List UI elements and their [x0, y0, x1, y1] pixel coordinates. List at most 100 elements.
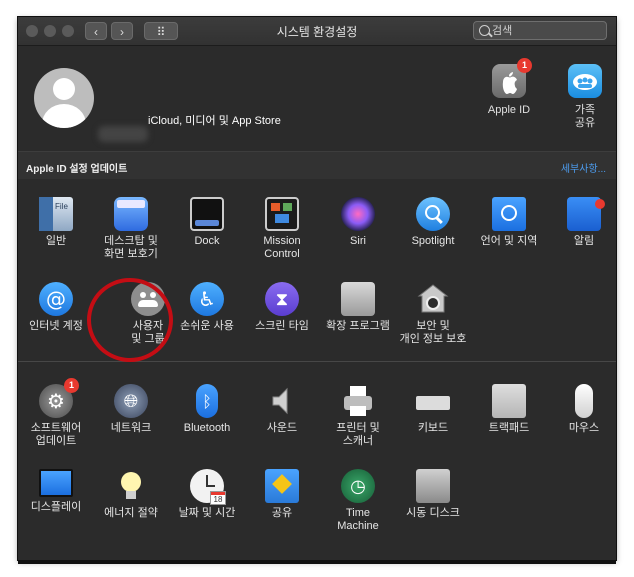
- pref-notifications[interactable]: 알림: [546, 197, 616, 248]
- pref-label: 소프트웨어 업데이트: [30, 422, 82, 447]
- network-icon: 🌐︎: [114, 384, 148, 418]
- pref-sharing[interactable]: 공유: [244, 469, 320, 520]
- search-input[interactable]: [492, 23, 592, 38]
- pref-keyboard[interactable]: 키보드: [395, 384, 471, 435]
- pref-date-time[interactable]: 18 날짜 및 시간: [169, 469, 245, 520]
- profile-subtitle: iCloud, 미디어 및 App Store: [148, 115, 281, 127]
- pref-label: 보안 및 개인 정보 보호: [399, 320, 467, 345]
- pref-network[interactable]: 🌐︎ 네트워크: [93, 384, 169, 435]
- search-icon: [479, 25, 490, 36]
- notification-badge: 1: [64, 378, 79, 393]
- pref-label: 손쉬운 사용: [180, 320, 234, 332]
- banner-message: Apple ID 설정 업데이트: [26, 164, 128, 175]
- family-sharing-icon: [568, 64, 602, 98]
- apple-id-profile: iCloud, 미디어 및 App Store 1 Apple ID 가족 공유: [18, 46, 616, 151]
- pref-security-privacy[interactable]: 보안 및 개인 정보 보호: [395, 282, 471, 346]
- highlight-annotation: [87, 278, 173, 362]
- pref-mission-control[interactable]: Mission Control: [244, 197, 320, 261]
- details-link[interactable]: 세부사항...: [561, 160, 606, 175]
- pref-label: Time Machine: [337, 507, 379, 532]
- pref-desktop-screensaver[interactable]: 데스크탑 및 화면 보호기: [93, 197, 169, 261]
- trackpad-icon: [492, 384, 526, 418]
- pref-sound[interactable]: 사운드: [244, 384, 320, 435]
- pref-language-region[interactable]: 언어 및 지역: [471, 197, 547, 248]
- pref-apple-id[interactable]: 1 Apple ID: [479, 58, 539, 117]
- sound-icon: [265, 384, 299, 418]
- pref-printers-scanners[interactable]: 프린터 및 스캐너: [320, 384, 396, 448]
- pref-extensions[interactable]: 확장 프로그램: [320, 282, 396, 333]
- pref-trackpad[interactable]: 트랙패드: [471, 384, 547, 435]
- pref-label: 키보드: [417, 422, 449, 434]
- desktop-icon: [114, 197, 148, 231]
- pref-label: 네트워크: [110, 422, 152, 434]
- pref-accessibility[interactable]: ♿ 손쉬운 사용: [169, 282, 245, 333]
- pref-label: 사운드: [266, 422, 298, 434]
- apple-id-update-banner[interactable]: Apple ID 설정 업데이트 세부사항...: [18, 151, 616, 180]
- pref-software-update[interactable]: ⚙ 1 소프트웨어 업데이트: [18, 378, 94, 448]
- pref-energy-saver[interactable]: 에너지 절약: [93, 469, 169, 520]
- pref-label: 에너지 절약: [104, 507, 158, 519]
- pref-internet-accounts[interactable]: @ 인터넷 계정: [18, 282, 94, 333]
- avatar[interactable]: [34, 68, 94, 128]
- general-icon: File: [39, 197, 73, 231]
- pref-label: 인터넷 계정: [29, 320, 83, 332]
- pref-startup-disk[interactable]: 시동 디스크: [395, 469, 471, 520]
- pref-screen-time[interactable]: ⧗ 스크린 타임: [244, 282, 320, 333]
- dock-icon: [190, 197, 224, 231]
- search-field[interactable]: [473, 21, 607, 40]
- sharing-icon: [265, 469, 299, 503]
- printers-icon: [341, 384, 375, 418]
- keyboard-icon: [416, 384, 450, 418]
- pref-time-machine[interactable]: ◷ Time Machine: [320, 469, 396, 533]
- mission-control-icon: [265, 197, 299, 231]
- startup-disk-icon: [416, 469, 450, 503]
- pref-label: Spotlight: [411, 235, 455, 247]
- pref-label: 일반: [45, 235, 67, 247]
- mouse-icon: [575, 384, 593, 418]
- screen-time-icon: ⧗: [265, 282, 299, 316]
- displays-icon: [39, 469, 73, 497]
- extensions-icon: [341, 282, 375, 316]
- redacted-user-name: [98, 126, 148, 142]
- hardware-prefs-section: ⚙ 1 소프트웨어 업데이트 🌐︎ 네트워크 ᛒ Bluetooth 사운드 프…: [18, 362, 616, 560]
- window-bottom-edge: [18, 560, 616, 564]
- pref-label: 가족 공유: [574, 104, 596, 129]
- pref-label: 트랙패드: [488, 422, 530, 434]
- pref-label: 마우스: [568, 422, 600, 434]
- title-bar: ‹ › ⠿ 시스템 환경설정: [18, 17, 616, 46]
- pref-label: 확장 프로그램: [326, 320, 390, 332]
- notifications-icon: [567, 197, 605, 231]
- calendar-day: 18: [213, 495, 223, 504]
- pref-label: 알림: [573, 235, 595, 247]
- pref-family-sharing[interactable]: 가족 공유: [555, 64, 615, 130]
- pref-label: Siri: [350, 235, 366, 247]
- pref-mouse[interactable]: 마우스: [546, 384, 616, 435]
- accessibility-icon: ♿: [190, 282, 224, 316]
- pref-label: 공유: [271, 507, 293, 519]
- pref-bluetooth[interactable]: ᛒ Bluetooth: [169, 384, 245, 435]
- security-privacy-icon: [416, 282, 450, 316]
- siri-icon: [341, 197, 375, 231]
- internet-accounts-icon: @: [39, 282, 73, 316]
- pref-label: 시동 디스크: [406, 507, 460, 519]
- pref-general[interactable]: File 일반: [18, 197, 94, 248]
- pref-label: 데스크탑 및 화면 보호기: [104, 235, 158, 260]
- notification-badge: 1: [517, 58, 532, 73]
- pref-label: Mission Control: [263, 235, 301, 260]
- bluetooth-icon: ᛒ: [196, 384, 218, 418]
- pref-dock[interactable]: Dock: [169, 197, 245, 248]
- pref-label: Bluetooth: [183, 422, 231, 434]
- pref-siri[interactable]: Siri: [320, 197, 396, 248]
- pref-label: 프린터 및 스캐너: [336, 422, 380, 447]
- energy-saver-icon: [114, 469, 148, 503]
- time-machine-icon: ◷: [341, 469, 375, 503]
- pref-displays[interactable]: 디스플레이: [18, 469, 94, 514]
- apple-icon: 1: [492, 58, 532, 98]
- pref-label: 날짜 및 시간: [178, 507, 236, 519]
- pref-label: 디스플레이: [30, 501, 82, 513]
- pref-spotlight[interactable]: Spotlight: [395, 197, 471, 248]
- software-update-icon: ⚙ 1: [39, 378, 79, 418]
- date-time-icon: 18: [190, 469, 226, 505]
- pref-label: Dock: [194, 235, 220, 247]
- spotlight-icon: [416, 197, 450, 231]
